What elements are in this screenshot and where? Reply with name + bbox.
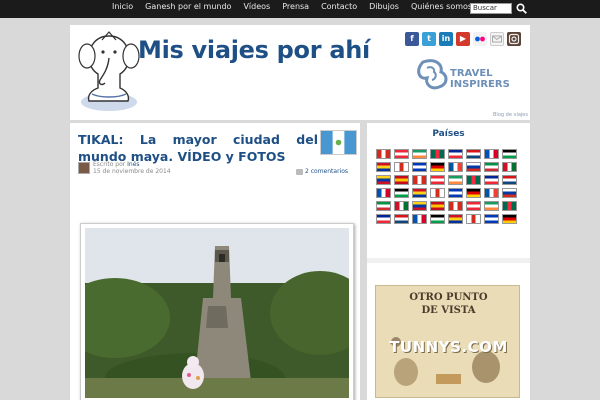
country-flag-icon[interactable] <box>466 188 481 198</box>
travel-inspirers-line1: TRAVEL <box>450 68 493 79</box>
country-flag-icon[interactable] <box>430 188 445 198</box>
country-flag-icon[interactable] <box>394 201 409 211</box>
country-flag-icon[interactable] <box>430 175 445 185</box>
author-avatar[interactable] <box>78 162 90 174</box>
country-flag-icon[interactable] <box>376 201 391 211</box>
sidebar: Países OTRO PUNTO DE VISTA TUNNYS.COM <box>367 123 530 400</box>
country-flag-icon[interactable] <box>376 214 391 224</box>
country-flag-icon[interactable] <box>412 201 427 211</box>
ad-headline-2: DE VISTA <box>421 305 476 316</box>
country-flag-icon[interactable] <box>394 188 409 198</box>
country-flag-icon[interactable] <box>376 149 391 159</box>
post-photo-tikal-temple[interactable] <box>60 223 370 400</box>
country-flag-icon[interactable] <box>484 188 499 198</box>
country-flag-icon[interactable] <box>448 201 463 211</box>
country-flag-icon[interactable] <box>430 201 445 211</box>
country-flag-icon[interactable] <box>502 149 517 159</box>
country-flag-icon[interactable] <box>430 162 445 172</box>
country-flag-icon[interactable] <box>412 188 427 198</box>
country-flag-icon[interactable] <box>376 162 391 172</box>
nav-item-prensa[interactable]: Prensa <box>282 0 309 18</box>
site-header: Mis viajes por ahí f t in ▶ TRAVEL INSPI… <box>70 25 530 120</box>
country-flag-icon[interactable] <box>484 214 499 224</box>
country-flag-icon[interactable] <box>412 149 427 159</box>
instagram-icon[interactable] <box>507 32 521 46</box>
twitter-icon[interactable]: t <box>422 32 436 46</box>
social-links: f t in ▶ <box>405 32 524 46</box>
travel-inspirers-line2: INSPIRERS <box>450 79 510 90</box>
ganesh-logo[interactable] <box>78 28 140 114</box>
site-title[interactable]: Mis viajes por ahí <box>138 36 370 64</box>
ad-illustration <box>391 337 500 386</box>
ad-widget: OTRO PUNTO DE VISTA TUNNYS.COM <box>367 263 530 400</box>
country-flag-icon[interactable] <box>502 214 517 224</box>
country-flag-icon[interactable] <box>448 188 463 198</box>
country-flag-icon[interactable] <box>484 175 499 185</box>
country-flag-icon[interactable] <box>466 149 481 159</box>
comments-link[interactable]: 2 comentarios <box>305 168 348 175</box>
comments-icon <box>296 169 303 175</box>
country-flag-icon[interactable] <box>484 201 499 211</box>
countries-widget: Países <box>367 123 530 258</box>
country-flag-icon[interactable] <box>466 162 481 172</box>
country-flag-icon[interactable] <box>412 162 427 172</box>
post-meta: Escrito por Inés 15 de noviembre de 2014 <box>93 161 171 175</box>
country-flag-icon[interactable] <box>502 175 517 185</box>
site-tagline: Blog de viajes <box>493 112 528 118</box>
country-flag-icon[interactable] <box>394 175 409 185</box>
email-icon[interactable] <box>490 32 504 46</box>
countries-title: Países <box>432 129 465 139</box>
guatemala-flag-icon <box>320 130 357 155</box>
post-title[interactable]: TIKAL: La mayor ciudad del mundo maya. V… <box>78 131 318 165</box>
post-author[interactable]: Inés <box>127 161 139 168</box>
country-flag-icon[interactable] <box>484 162 499 172</box>
country-flag-icon[interactable] <box>502 188 517 198</box>
country-flag-icon[interactable] <box>448 214 463 224</box>
search-input[interactable]: Buscar <box>470 3 512 14</box>
post-content: TIKAL: La mayor ciudad del mundo maya. V… <box>60 123 370 400</box>
nav-item-ganesh[interactable]: Ganesh por el mundo <box>145 0 231 18</box>
nav-item-dibujos[interactable]: Dibujos <box>369 0 399 18</box>
posted-by-label: Escrito por <box>93 161 126 168</box>
country-flag-icon[interactable] <box>430 214 445 224</box>
nav-item-quienes-somos[interactable]: Quiénes somos <box>411 0 472 18</box>
country-flag-grid <box>376 149 522 227</box>
country-flag-icon[interactable] <box>448 162 463 172</box>
flickr-icon[interactable] <box>473 32 487 46</box>
youtube-icon[interactable]: ▶ <box>456 32 470 46</box>
facebook-icon[interactable]: f <box>405 32 419 46</box>
nav-item-videos[interactable]: Vídeos <box>243 0 270 18</box>
tunnys-ad-banner[interactable]: OTRO PUNTO DE VISTA TUNNYS.COM <box>375 285 520 398</box>
country-flag-icon[interactable] <box>412 175 427 185</box>
search-icon[interactable] <box>516 3 527 14</box>
country-flag-icon[interactable] <box>376 188 391 198</box>
travel-inspirers-text: TRAVEL INSPIRERS <box>450 68 510 90</box>
country-flag-icon[interactable] <box>466 214 481 224</box>
main-menu: Inicio Ganesh por el mundo Vídeos Prensa… <box>112 0 484 18</box>
country-flag-icon[interactable] <box>448 175 463 185</box>
country-flag-icon[interactable] <box>466 175 481 185</box>
tikal-temple-image <box>60 228 370 400</box>
country-flag-icon[interactable] <box>412 214 427 224</box>
nav-item-contacto[interactable]: Contacto <box>321 0 357 18</box>
ad-headline-1: OTRO PUNTO <box>409 292 488 303</box>
country-flag-icon[interactable] <box>502 162 517 172</box>
post-date: 15 de noviembre de 2014 <box>93 168 171 175</box>
country-flag-icon[interactable] <box>484 149 499 159</box>
country-flag-icon[interactable] <box>394 162 409 172</box>
top-navigation-bar: Inicio Ganesh por el mundo Vídeos Prensa… <box>0 0 600 18</box>
linkedin-icon[interactable]: in <box>439 32 453 46</box>
nav-item-inicio[interactable]: Inicio <box>112 0 133 18</box>
ad-brand: TUNNYS.COM <box>389 338 508 356</box>
country-flag-icon[interactable] <box>430 149 445 159</box>
country-flag-icon[interactable] <box>394 214 409 224</box>
country-flag-icon[interactable] <box>502 201 517 211</box>
country-flag-icon[interactable] <box>376 175 391 185</box>
country-flag-icon[interactable] <box>394 149 409 159</box>
country-flag-icon[interactable] <box>466 201 481 211</box>
country-flag-icon[interactable] <box>448 149 463 159</box>
